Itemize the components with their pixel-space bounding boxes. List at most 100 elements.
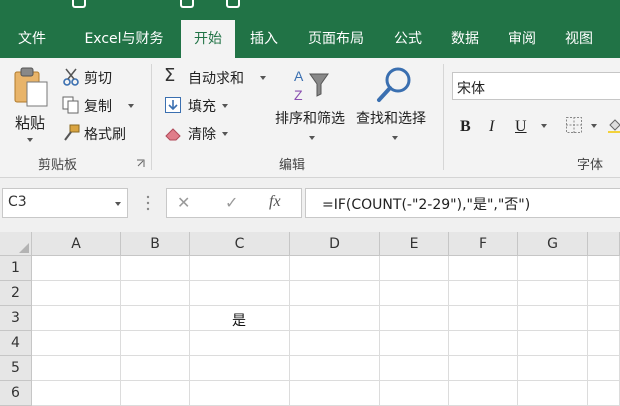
cell-d4[interactable] bbox=[290, 331, 380, 356]
resize-handle-icon[interactable] bbox=[146, 195, 150, 211]
name-box-dropdown-icon[interactable] bbox=[115, 202, 121, 206]
row-header-6[interactable]: 6 bbox=[0, 381, 32, 406]
cell-d3[interactable] bbox=[290, 306, 380, 331]
row-header-2[interactable]: 2 bbox=[0, 281, 32, 306]
tab-data[interactable]: 数据 bbox=[443, 20, 487, 58]
cell-c4[interactable] bbox=[190, 331, 290, 356]
tab-view[interactable]: 视图 bbox=[557, 20, 601, 58]
open-icon[interactable] bbox=[180, 0, 194, 8]
cell-d1[interactable] bbox=[290, 256, 380, 281]
bold-button[interactable]: B bbox=[460, 118, 471, 136]
cell-b5[interactable] bbox=[121, 356, 190, 381]
cell-b1[interactable] bbox=[121, 256, 190, 281]
sort-filter-dropdown-icon[interactable] bbox=[309, 136, 315, 140]
cell-a3[interactable] bbox=[32, 306, 121, 331]
tab-review[interactable]: 审阅 bbox=[500, 20, 544, 58]
cell-d6[interactable] bbox=[290, 381, 380, 406]
cell-a5[interactable] bbox=[32, 356, 121, 381]
cell-e4[interactable] bbox=[380, 331, 449, 356]
cell-next5[interactable] bbox=[588, 356, 620, 381]
clear-dropdown-icon[interactable] bbox=[222, 132, 228, 136]
cell-d2[interactable] bbox=[290, 281, 380, 306]
column-header-b[interactable]: B bbox=[121, 232, 190, 256]
cell-g6[interactable] bbox=[518, 381, 588, 406]
underline-button[interactable]: U bbox=[515, 118, 527, 136]
paste-dropdown-icon[interactable] bbox=[27, 138, 33, 142]
cell-d5[interactable] bbox=[290, 356, 380, 381]
cell-c1[interactable] bbox=[190, 256, 290, 281]
find-select-button[interactable]: 查找和选择 bbox=[354, 64, 434, 150]
column-header-f[interactable]: F bbox=[449, 232, 518, 256]
insert-function-icon[interactable]: fx bbox=[269, 193, 281, 211]
cell-b3[interactable] bbox=[121, 306, 190, 331]
tab-insert[interactable]: 插入 bbox=[242, 20, 286, 58]
cell-e6[interactable] bbox=[380, 381, 449, 406]
copy-button[interactable]: 复制 bbox=[62, 96, 142, 116]
cell-a4[interactable] bbox=[32, 331, 121, 356]
column-header-a[interactable]: A bbox=[32, 232, 121, 256]
autosum-dropdown-icon[interactable] bbox=[260, 76, 266, 80]
cancel-icon[interactable]: ✕ bbox=[177, 193, 190, 212]
enter-icon[interactable]: ✓ bbox=[225, 193, 238, 212]
undo-icon[interactable] bbox=[72, 0, 86, 8]
select-all-corner[interactable] bbox=[0, 232, 32, 256]
tab-file[interactable]: 文件 bbox=[10, 20, 54, 58]
column-header-c[interactable]: C bbox=[190, 232, 290, 256]
cell-g4[interactable] bbox=[518, 331, 588, 356]
cell-b4[interactable] bbox=[121, 331, 190, 356]
cell-c6[interactable] bbox=[190, 381, 290, 406]
name-box[interactable]: C3 bbox=[2, 188, 128, 218]
fill-color-icon[interactable] bbox=[608, 117, 620, 133]
column-header-g[interactable]: G bbox=[518, 232, 588, 256]
row-header-4[interactable]: 4 bbox=[0, 331, 32, 356]
cell-g1[interactable] bbox=[518, 256, 588, 281]
column-header-e[interactable]: E bbox=[380, 232, 449, 256]
format-painter-button[interactable]: 格式刷 bbox=[62, 124, 142, 144]
clear-button[interactable]: 清除 bbox=[164, 124, 234, 144]
autosum-button[interactable]: Σ 自动求和 bbox=[164, 65, 270, 88]
fill-button[interactable]: 填充 bbox=[164, 96, 234, 116]
sort-filter-button[interactable]: A Z 排序和筛选 bbox=[272, 64, 352, 150]
cell-f5[interactable] bbox=[449, 356, 518, 381]
row-header-5[interactable]: 5 bbox=[0, 356, 32, 381]
cell-f6[interactable] bbox=[449, 381, 518, 406]
formula-input[interactable]: =IF(COUNT(-"2-29"),"是","否") bbox=[305, 188, 620, 218]
cell-next2[interactable] bbox=[588, 281, 620, 306]
cell-f4[interactable] bbox=[449, 331, 518, 356]
cell-e3[interactable] bbox=[380, 306, 449, 331]
font-name-box[interactable]: 宋体 bbox=[452, 72, 620, 100]
row-header-3[interactable]: 3 bbox=[0, 306, 32, 331]
column-header-next[interactable] bbox=[588, 232, 620, 256]
underline-dropdown-icon[interactable] bbox=[541, 124, 547, 128]
print-preview-icon[interactable] bbox=[226, 0, 240, 8]
italic-button[interactable]: I bbox=[489, 118, 494, 136]
column-header-d[interactable]: D bbox=[290, 232, 380, 256]
cell-f2[interactable] bbox=[449, 281, 518, 306]
cell-f3[interactable] bbox=[449, 306, 518, 331]
cell-c5[interactable] bbox=[190, 356, 290, 381]
tab-home[interactable]: 开始 bbox=[181, 20, 235, 58]
cell-e5[interactable] bbox=[380, 356, 449, 381]
cell-b6[interactable] bbox=[121, 381, 190, 406]
cell-a1[interactable] bbox=[32, 256, 121, 281]
cell-next4[interactable] bbox=[588, 331, 620, 356]
cell-e2[interactable] bbox=[380, 281, 449, 306]
tab-excel-finance[interactable]: Excel与财务 bbox=[78, 20, 170, 58]
cell-next6[interactable] bbox=[588, 381, 620, 406]
tab-page-layout[interactable]: 页面布局 bbox=[300, 20, 372, 58]
cell-g2[interactable] bbox=[518, 281, 588, 306]
borders-icon[interactable] bbox=[566, 117, 582, 133]
cell-next1[interactable] bbox=[588, 256, 620, 281]
row-header-1[interactable]: 1 bbox=[0, 256, 32, 281]
cell-c2[interactable] bbox=[190, 281, 290, 306]
tab-formulas[interactable]: 公式 bbox=[386, 20, 430, 58]
copy-dropdown-icon[interactable] bbox=[128, 104, 134, 108]
find-select-dropdown-icon[interactable] bbox=[392, 136, 398, 140]
cell-g3[interactable] bbox=[518, 306, 588, 331]
fill-dropdown-icon[interactable] bbox=[222, 104, 228, 108]
cell-a2[interactable] bbox=[32, 281, 121, 306]
cut-button[interactable]: 剪切 bbox=[62, 68, 132, 88]
cell-f1[interactable] bbox=[449, 256, 518, 281]
cell-e1[interactable] bbox=[380, 256, 449, 281]
cell-next3[interactable] bbox=[588, 306, 620, 331]
